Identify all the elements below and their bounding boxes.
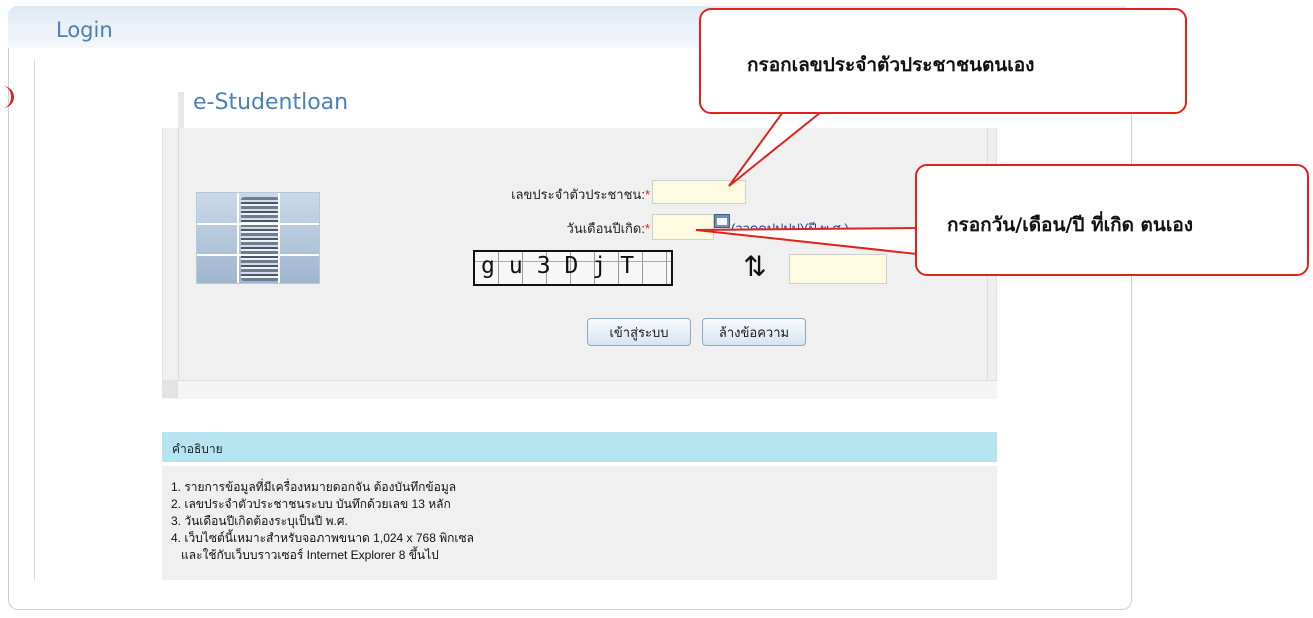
panel-footer — [162, 380, 997, 399]
callout-id: กรอกเลขประจำตัวประชาชนตนเอง — [699, 8, 1187, 114]
calendar-icon[interactable] — [714, 214, 730, 228]
clear-button[interactable]: ล้างข้อความ — [702, 318, 806, 346]
books-image — [196, 192, 320, 284]
birth-date-input[interactable] — [652, 214, 714, 240]
description-body: 1. รายการข้อมูลที่มีเครื่องหมายดอกจัน ต้… — [162, 466, 997, 580]
image-grid-overlay — [197, 193, 319, 283]
description-header: คำอธิบาย — [162, 432, 997, 462]
callout-id-text: กรอกเลขประจำตัวประชาชนตนเอง — [747, 54, 1035, 76]
required-mark: * — [644, 221, 650, 236]
panel-header-edge — [178, 92, 184, 128]
date-format-hint: (ววดดปปปป)(ปี พ.ศ.) — [731, 221, 849, 236]
description-title: คำอธิบาย — [172, 442, 223, 456]
captcha-image: gu3DjT — [473, 250, 673, 286]
refresh-captcha-icon[interactable]: ⇅ — [738, 250, 772, 284]
birth-label-text: วันเดือนปีเกิด: — [566, 221, 645, 236]
callout-birth: กรอกวัน/เดือน/ปี ที่เกิด ตนเอง — [915, 164, 1309, 276]
panel-footer-edge — [162, 380, 178, 398]
page-title: Login — [56, 18, 113, 42]
id-label: เลขประจำตัวประชาชน:* — [430, 184, 650, 205]
id-label-text: เลขประจำตัวประชาชน: — [511, 187, 645, 202]
callout-birth-text: กรอกวัน/เดือน/ปี ที่เกิด ตนเอง — [947, 214, 1194, 236]
captcha-input[interactable] — [789, 254, 887, 284]
left-divider — [34, 60, 35, 580]
birth-label: วันเดือนปีเกิด:* — [430, 218, 650, 239]
description-line: และใช้กับเว็บบราวเซอร์ Internet Explorer… — [171, 548, 439, 562]
citizen-id-input[interactable] — [652, 180, 746, 204]
captcha-text: gu3DjT — [481, 253, 649, 279]
brand-title: e-Studentloan — [193, 90, 349, 115]
required-mark: * — [644, 187, 650, 202]
login-button[interactable]: เข้าสู่ระบบ — [587, 318, 691, 346]
